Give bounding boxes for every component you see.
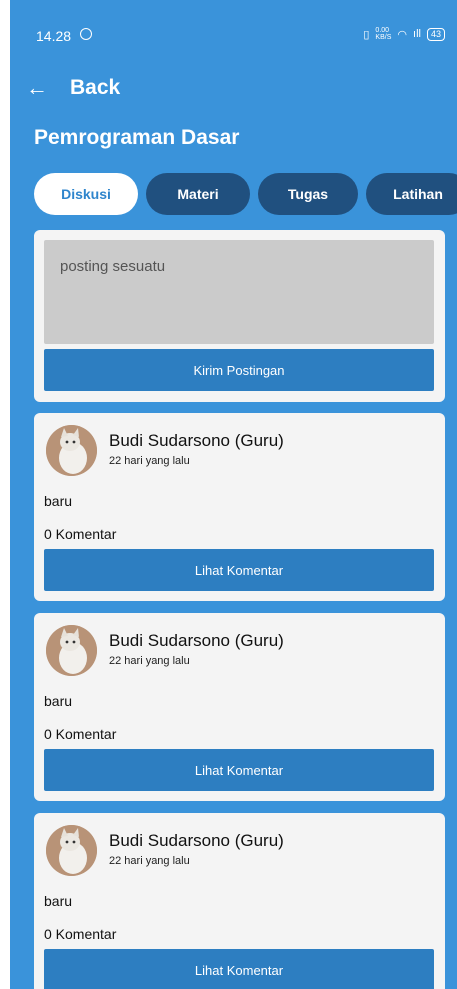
arrow-left-icon[interactable]: ← <box>26 75 66 101</box>
post-input[interactable]: posting sesuatu <box>44 240 434 344</box>
comment-count: 0 Komentar <box>44 526 117 542</box>
net-speed: 0.00 KB/S <box>375 27 392 41</box>
post-time: 22 hari yang lalu <box>109 655 190 667</box>
wifi-icon: ◠ <box>397 28 408 41</box>
vibrate-icon: ▯ <box>363 28 370 41</box>
tab-latihan[interactable]: Latihan <box>366 173 457 215</box>
composer-card: posting sesuatu Kirim Postingan <box>34 230 445 402</box>
post-content: baru <box>44 493 73 509</box>
comment-count: 0 Komentar <box>44 926 117 942</box>
post-author: Budi Sudarsono (Guru) <box>109 831 284 850</box>
status-time: 14.28 <box>36 28 72 44</box>
post-author: Budi Sudarsono (Guru) <box>109 431 284 450</box>
post-author: Budi Sudarsono (Guru) <box>109 631 284 650</box>
tab-tugas[interactable]: Tugas <box>258 173 358 215</box>
whatsapp-icon <box>80 28 92 40</box>
post-content: baru <box>44 693 73 709</box>
back-label: Back <box>70 76 121 99</box>
signal-icon: ıll <box>413 28 421 40</box>
send-post-button[interactable]: Kirim Postingan <box>44 349 434 391</box>
view-comments-button[interactable]: Lihat Komentar <box>44 749 434 791</box>
page-title: Pemrograman Dasar <box>34 126 240 149</box>
view-comments-button[interactable]: Lihat Komentar <box>44 549 434 591</box>
avatar <box>46 825 97 876</box>
status-bar: 14.28 ▯ 0.00 KB/S ◠ ıll 43 <box>10 0 457 72</box>
avatar <box>46 425 97 476</box>
tab-materi[interactable]: Materi <box>146 173 250 215</box>
tab-diskusi[interactable]: Diskusi <box>34 173 138 215</box>
battery-icon: 43 <box>426 27 445 41</box>
status-right: ▯ 0.00 KB/S ◠ ıll 43 <box>363 27 445 41</box>
comment-count: 0 Komentar <box>44 726 117 742</box>
back-button[interactable]: ← Back <box>26 72 120 104</box>
post-time: 22 hari yang lalu <box>109 855 190 867</box>
post-content: baru <box>44 893 73 909</box>
post-card: Budi Sudarsono (Guru) 22 hari yang lalu … <box>34 813 445 989</box>
app-screen: 14.28 ▯ 0.00 KB/S ◠ ıll 43 ← Back Pemrog… <box>10 0 457 989</box>
post-card: Budi Sudarsono (Guru) 22 hari yang lalu … <box>34 413 445 601</box>
view-comments-button[interactable]: Lihat Komentar <box>44 949 434 989</box>
tab-bar: Diskusi Materi Tugas Latihan <box>34 173 457 215</box>
post-time: 22 hari yang lalu <box>109 455 190 467</box>
post-card: Budi Sudarsono (Guru) 22 hari yang lalu … <box>34 613 445 801</box>
avatar <box>46 625 97 676</box>
